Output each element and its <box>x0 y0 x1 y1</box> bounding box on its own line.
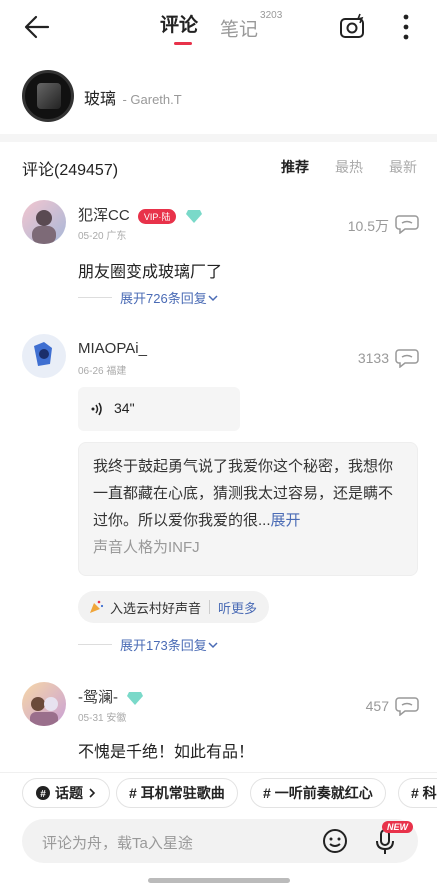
party-popper-icon <box>90 600 104 613</box>
quote-text: 我终于鼓起勇气说了我爱你这个秘密，我想你一直都藏在心底，猜测我太过容易，还是瞒不… <box>93 458 394 529</box>
back-arrow-icon[interactable] <box>22 12 52 42</box>
comment-username[interactable]: -鸳澜- <box>78 686 144 707</box>
tab-notes[interactable]: 笔记3203 <box>220 10 283 44</box>
quote-subtitle: 声音人格为INFJ <box>93 539 200 556</box>
sort-newest[interactable]: 最新 <box>389 157 417 177</box>
comments-count: 评论(249457) <box>22 162 119 179</box>
chevron-down-icon <box>208 294 218 301</box>
featured-tag-text: 入选云村好声音 <box>110 600 202 616</box>
quote-card[interactable]: 我终于鼓起勇气说了我爱你这个秘密，我想你一直都藏在心底，猜测我太过容易，还是瞒不… <box>78 442 418 576</box>
song-title: 玻璃 - Gareth.T <box>84 85 182 109</box>
like-icon[interactable] <box>395 346 419 368</box>
comment-input[interactable]: 评论为舟，载Ta入星途 NEW <box>22 819 418 863</box>
expand-replies[interactable]: 展开173条回复 <box>78 635 219 654</box>
voice-message[interactable]: 34" <box>78 387 240 431</box>
notes-count: 3203 <box>260 10 283 21</box>
comment-text: 不愧是千绝！如此有品！ <box>78 744 255 761</box>
voice-wave-icon <box>91 402 102 416</box>
hash-icon: # <box>129 785 137 801</box>
chevron-right-icon <box>89 788 96 798</box>
topic-chip[interactable]: # 耳机常驻歌曲 <box>116 778 238 808</box>
song-card[interactable]: 玻璃 - Gareth.T <box>0 62 437 130</box>
comment-item: 犯浑CC VIP·陆 05-20 广东 10.5万 朋友圈变成玻璃厂了 展开72… <box>0 196 437 311</box>
new-badge: NEW <box>382 821 413 833</box>
topic-label: 一听前奏就红心 <box>274 785 373 801</box>
topic-label: 耳机常驻歌曲 <box>140 785 225 801</box>
top-bar: 评论 笔记3203 <box>0 0 437 54</box>
active-tab-indicator <box>174 42 192 45</box>
chevron-down-icon <box>208 641 218 648</box>
topic-bar: # 话题 # 耳机常驻歌曲 # 一听前奏就红心 # 科 <box>0 772 437 810</box>
expand-replies[interactable]: 展开726条回复 <box>78 288 219 307</box>
replies-label: 展开173条回复 <box>120 638 207 653</box>
quote-expand-link[interactable]: 展开 <box>271 512 301 529</box>
tab-notes-label: 笔记 <box>220 19 259 41</box>
sort-tabs: 推荐 最热 最新 <box>255 157 417 177</box>
replies-label: 展开726条回复 <box>120 291 207 306</box>
topic-icon: # <box>36 786 50 800</box>
camera-icon[interactable] <box>338 12 368 42</box>
sort-hottest[interactable]: 最热 <box>335 157 363 177</box>
like-count: 10.5万 <box>347 218 389 234</box>
section-divider <box>0 134 437 142</box>
comment-meta: 05-31 安徽 <box>78 713 127 724</box>
level-badge-icon <box>185 210 202 224</box>
level-badge-icon <box>127 692 144 706</box>
comment-username[interactable]: MIAOPAi_ <box>78 340 147 357</box>
album-cover <box>22 70 74 122</box>
comment-meta: 06-26 福建 <box>78 366 127 377</box>
like-count: 457 <box>365 698 389 714</box>
svg-text:#: # <box>40 789 46 800</box>
comment-meta: 05-20 广东 <box>78 231 127 242</box>
topic-chip-topics[interactable]: # 话题 <box>22 778 110 808</box>
username-text: 犯浑CC <box>78 207 130 224</box>
topic-chip[interactable]: # 一听前奏就红心 <box>250 778 386 808</box>
comments-header: 评论(249457) 推荐 最热 最新 <box>0 150 437 184</box>
song-artist: - Gareth.T <box>122 92 182 107</box>
tab-comments[interactable]: 评论 <box>160 12 199 45</box>
username-text: -鸳澜- <box>78 689 118 706</box>
avatar[interactable] <box>22 200 66 244</box>
emoji-icon[interactable] <box>322 828 348 854</box>
listen-more-link[interactable]: 听更多 <box>218 598 257 617</box>
avatar[interactable] <box>22 682 66 726</box>
vip-badge: VIP·陆 <box>137 208 177 224</box>
comment-item: -鸳澜- 05-31 安徽 457 不愧是千绝！如此有品！ <box>0 678 437 768</box>
comment-text: 朋友圈变成玻璃厂了 <box>78 264 223 281</box>
topic-label: 话题 <box>55 785 83 801</box>
voice-duration: 34" <box>114 400 135 416</box>
tab-comments-label: 评论 <box>160 15 199 36</box>
topic-chip[interactable]: # 科 <box>398 778 437 808</box>
topic-label: # 科 <box>411 785 437 801</box>
input-placeholder: 评论为舟，载Ta入星途 <box>42 835 193 852</box>
avatar[interactable] <box>22 334 66 378</box>
comment-username[interactable]: 犯浑CC VIP·陆 <box>78 204 203 225</box>
username-text: MIAOPAi_ <box>78 340 147 357</box>
song-name: 玻璃 <box>84 91 117 108</box>
sort-recommended[interactable]: 推荐 <box>281 157 309 177</box>
like-icon[interactable] <box>395 212 419 234</box>
hash-icon: # <box>263 785 271 801</box>
like-icon[interactable] <box>395 694 419 716</box>
featured-tag[interactable]: 入选云村好声音 听更多 <box>78 591 270 623</box>
header-tabs: 评论 笔记3203 <box>160 10 304 45</box>
more-vertical-icon[interactable] <box>396 12 416 42</box>
home-indicator <box>148 878 290 883</box>
like-count: 3133 <box>357 350 389 366</box>
